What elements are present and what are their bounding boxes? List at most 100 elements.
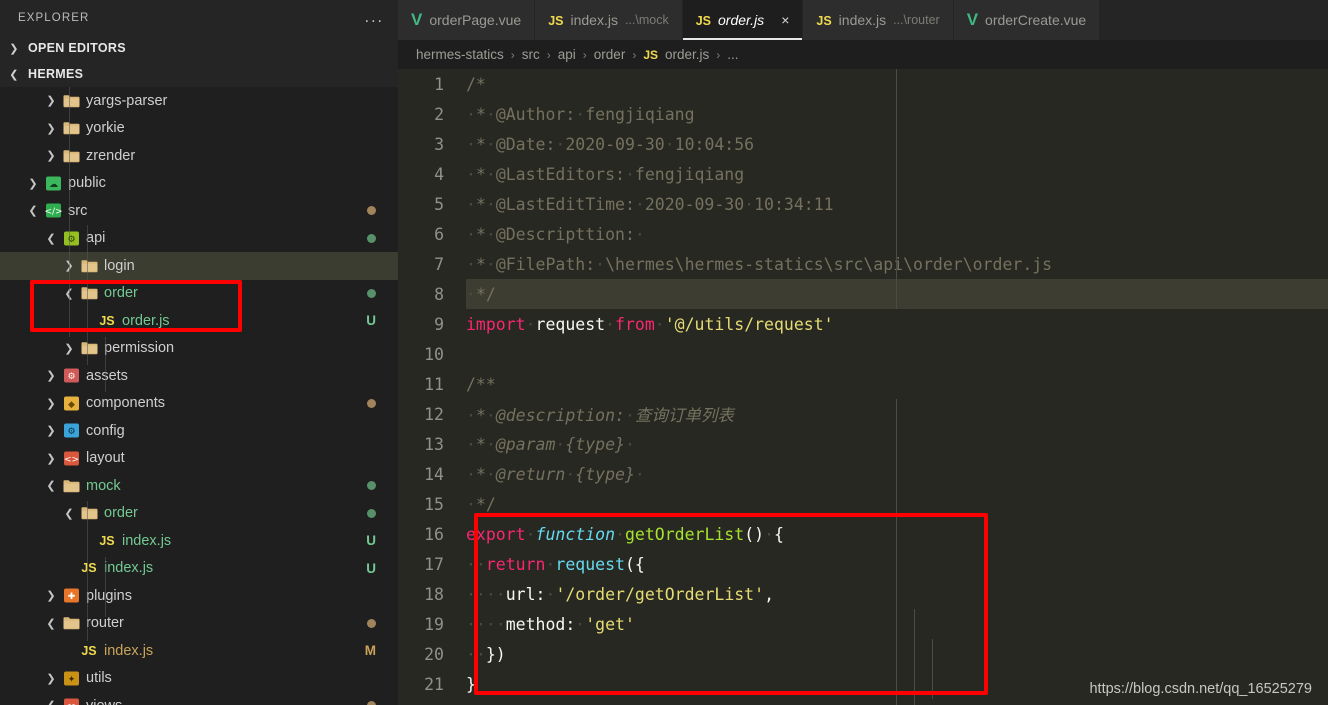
- breadcrumb-item-2[interactable]: api: [558, 47, 576, 62]
- tree-folder-assets[interactable]: ❯⚙assets: [0, 362, 398, 390]
- tree-folder-public[interactable]: ❯☁public: [0, 170, 398, 198]
- chevron-down-icon[interactable]: ❮: [42, 699, 60, 705]
- code-line-10[interactable]: 10: [398, 339, 1328, 369]
- chevron-right-icon[interactable]: ❯: [24, 177, 42, 190]
- editor-tab-orderPage-vue[interactable]: VorderPage.vue: [398, 0, 535, 40]
- code-line-11[interactable]: 11/**: [398, 369, 1328, 399]
- line-content[interactable]: ·*·@return·{type}·: [466, 465, 645, 484]
- line-content[interactable]: ·*·@description:·查询订单列表: [466, 402, 734, 426]
- editor-tab-bar[interactable]: VorderPage.vueJSindex.js...\mockJSorder.…: [398, 0, 1328, 40]
- tree-folder-router[interactable]: ❮router: [0, 610, 398, 638]
- tree-folder-mock[interactable]: ❮mock: [0, 472, 398, 500]
- code-line-16[interactable]: 16export·function·getOrderList()·{: [398, 519, 1328, 549]
- tree-folder-src[interactable]: ❮</>src: [0, 197, 398, 225]
- code-line-12[interactable]: 12·*·@description:·查询订单列表: [398, 399, 1328, 429]
- editor-tab-index-js[interactable]: JSindex.js...\router: [803, 0, 953, 40]
- editor-tab-order-js[interactable]: JSorder.js×: [683, 0, 804, 40]
- line-content[interactable]: ··return·request({: [466, 555, 645, 574]
- chevron-down-icon[interactable]: ❮: [42, 617, 60, 630]
- code-line-6[interactable]: 6·*·@Descripttion:·: [398, 219, 1328, 249]
- tree-file-index.js[interactable]: ·JSindex.jsU: [0, 527, 398, 555]
- line-content[interactable]: ·*·@LastEditors:·fengjiqiang: [466, 165, 744, 184]
- tree-folder-order[interactable]: ❮order: [0, 280, 398, 308]
- chevron-right-icon[interactable]: ❯: [42, 122, 60, 135]
- tree-folder-components[interactable]: ❯◆components: [0, 390, 398, 418]
- tree-folder-views[interactable]: ❮<>views: [0, 692, 398, 705]
- tree-file-index.js[interactable]: ·JSindex.jsM: [0, 637, 398, 665]
- tree-folder-utils[interactable]: ❯✦utils: [0, 665, 398, 693]
- file-tree[interactable]: ❯yargs-parser❯yorkie❯zrender❯☁public❮</>…: [0, 87, 398, 705]
- line-content[interactable]: }: [466, 675, 476, 694]
- line-content[interactable]: ·*·@FilePath:·\hermes\hermes-statics\src…: [466, 255, 1052, 274]
- section-open-editors[interactable]: ❯ OPEN EDITORS: [0, 35, 398, 61]
- chevron-down-icon[interactable]: ❮: [24, 204, 42, 217]
- editor-tab-index-js[interactable]: JSindex.js...\mock: [535, 0, 683, 40]
- breadcrumb-item-3[interactable]: order: [594, 47, 626, 62]
- line-content[interactable]: ·*·@Author:·fengjiqiang: [466, 105, 695, 124]
- tree-folder-yorkie[interactable]: ❯yorkie: [0, 115, 398, 143]
- tree-file-order.js[interactable]: ·JSorder.jsU: [0, 307, 398, 335]
- breadcrumb-item-5[interactable]: ...: [727, 47, 738, 62]
- breadcrumb-item-1[interactable]: src: [522, 47, 540, 62]
- code-line-14[interactable]: 14·*·@return·{type}·: [398, 459, 1328, 489]
- chevron-right-icon[interactable]: ❯: [42, 149, 60, 162]
- code-line-9[interactable]: 9import·request·from·'@/utils/request': [398, 309, 1328, 339]
- tree-item-label: components: [86, 395, 165, 411]
- breadcrumb-item-0[interactable]: hermes-statics: [416, 47, 504, 62]
- close-icon[interactable]: ×: [781, 12, 789, 28]
- breadcrumb-item-4[interactable]: order.js: [665, 47, 709, 62]
- line-content[interactable]: ·*·@LastEditTime:·2020-09-30·10:34:11: [466, 195, 834, 214]
- line-content[interactable]: ·*·@Descripttion:·: [466, 225, 645, 244]
- code-line-15[interactable]: 15·*/: [398, 489, 1328, 519]
- code-line-8[interactable]: 8·*/: [398, 279, 1328, 309]
- code-line-19[interactable]: 19····method:·'get': [398, 609, 1328, 639]
- chevron-down-icon[interactable]: ❮: [60, 507, 78, 520]
- line-content[interactable]: ····url:·'/order/getOrderList',: [466, 585, 774, 604]
- tree-folder-yargs-parser[interactable]: ❯yargs-parser: [0, 87, 398, 115]
- code-editor[interactable]: 1/*2·*·@Author:·fengjiqiang3·*·@Date:·20…: [398, 69, 1328, 705]
- tree-folder-zrender[interactable]: ❯zrender: [0, 142, 398, 170]
- tree-folder-api[interactable]: ❮⚙api: [0, 225, 398, 253]
- code-line-17[interactable]: 17··return·request({: [398, 549, 1328, 579]
- code-line-5[interactable]: 5·*·@LastEditTime:·2020-09-30·10:34:11: [398, 189, 1328, 219]
- chevron-right-icon[interactable]: ❯: [42, 452, 60, 465]
- code-line-7[interactable]: 7·*·@FilePath:·\hermes\hermes-statics\sr…: [398, 249, 1328, 279]
- tree-file-index.js[interactable]: ·JSindex.jsU: [0, 555, 398, 583]
- tree-folder-layout[interactable]: ❯<>layout: [0, 445, 398, 473]
- code-line-18[interactable]: 18····url:·'/order/getOrderList',: [398, 579, 1328, 609]
- code-line-3[interactable]: 3·*·@Date:·2020-09-30·10:04:56: [398, 129, 1328, 159]
- tree-folder-config[interactable]: ❯⚙config: [0, 417, 398, 445]
- section-hermes[interactable]: ❮ HERMES: [0, 61, 398, 87]
- chevron-right-icon[interactable]: ❯: [42, 424, 60, 437]
- line-content[interactable]: ····method:·'get': [466, 615, 635, 634]
- line-content[interactable]: /*: [466, 75, 486, 94]
- chevron-down-icon[interactable]: ❮: [42, 479, 60, 492]
- line-content[interactable]: ·*/: [466, 495, 496, 514]
- line-content[interactable]: ·*·@Date:·2020-09-30·10:04:56: [466, 135, 754, 154]
- chevron-right-icon[interactable]: ❯: [42, 369, 60, 382]
- chevron-right-icon[interactable]: ❯: [42, 94, 60, 107]
- editor-tab-orderCreate-vue[interactable]: VorderCreate.vue: [954, 0, 1101, 40]
- breadcrumb[interactable]: hermes-statics›src›api›order›JSorder.js›…: [398, 40, 1328, 69]
- chevron-right-icon[interactable]: ❯: [42, 589, 60, 602]
- tree-folder-order[interactable]: ❮order: [0, 500, 398, 528]
- code-line-1[interactable]: 1/*: [398, 69, 1328, 99]
- line-content[interactable]: /**: [466, 375, 496, 394]
- tree-folder-login[interactable]: ❯login: [0, 252, 398, 280]
- code-line-4[interactable]: 4·*·@LastEditors:·fengjiqiang: [398, 159, 1328, 189]
- line-content[interactable]: import·request·from·'@/utils/request': [466, 315, 834, 334]
- chevron-right-icon[interactable]: ❯: [60, 342, 78, 355]
- tree-folder-permission[interactable]: ❯permission: [0, 335, 398, 363]
- code-line-13[interactable]: 13·*·@param·{type}·: [398, 429, 1328, 459]
- chevron-down-icon[interactable]: ❮: [42, 232, 60, 245]
- line-content[interactable]: ·*·@param·{type}·: [466, 435, 635, 454]
- code-line-2[interactable]: 2·*·@Author:·fengjiqiang: [398, 99, 1328, 129]
- chevron-right-icon[interactable]: ❯: [42, 672, 60, 685]
- line-content[interactable]: ·*/: [466, 285, 496, 304]
- tree-folder-plugins[interactable]: ❯✚plugins: [0, 582, 398, 610]
- more-actions-icon[interactable]: ...: [365, 13, 384, 23]
- chevron-right-icon[interactable]: ❯: [42, 397, 60, 410]
- line-content[interactable]: ··}): [466, 645, 506, 664]
- code-line-20[interactable]: 20··}): [398, 639, 1328, 669]
- line-content[interactable]: export·function·getOrderList()·{: [466, 525, 784, 544]
